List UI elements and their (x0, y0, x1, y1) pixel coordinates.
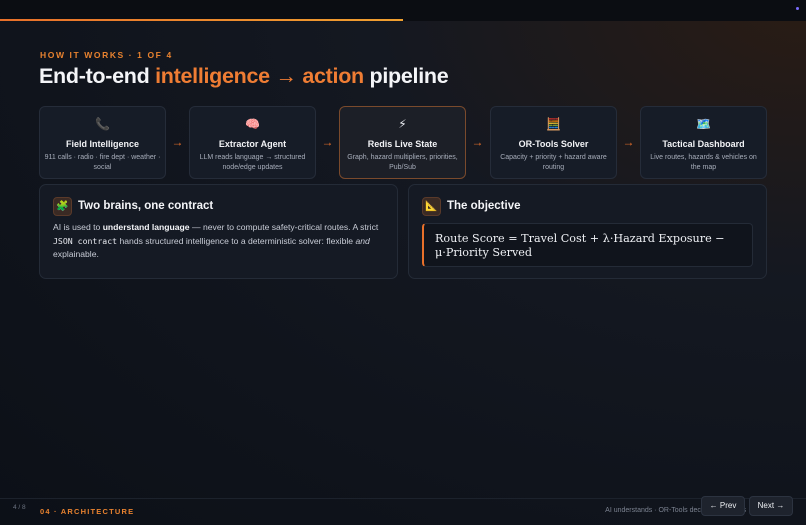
card-title: Two brains, one contract (78, 200, 214, 212)
body-emphasis: and (355, 235, 370, 246)
stage-name: Field Intelligence (65, 139, 139, 149)
arrow-icon: → (471, 135, 484, 149)
title-highlight-intelligence: intelligence (155, 64, 270, 88)
title-arrow: → (269, 64, 303, 88)
footer-divider (0, 498, 806, 499)
abacus-icon: 🧮 (546, 117, 561, 131)
status-dot (796, 7, 799, 10)
objective-formula: Route Score = Travel Cost + λ·Hazard Exp… (422, 223, 753, 267)
top-bar (0, 0, 806, 21)
progress-bar (0, 19, 403, 21)
stage-desc: Live routes, hazards & vehicles on the m… (650, 154, 757, 171)
body-text: AI is used to (53, 222, 103, 232)
body-code: JSON contract (53, 235, 118, 246)
stage-redis-live-state: ⚡ Redis Live State Graph, hazard multipl… (339, 106, 466, 179)
stage-name: Tactical Dashboard (662, 139, 745, 149)
title-text-end: pipeline (363, 64, 449, 88)
section-kicker: HOW IT WORKS · 1 OF 4 (40, 50, 173, 60)
stage-or-tools-solver: 🧮 OR-Tools Solver Capacity + priority + … (490, 106, 617, 179)
body-text: — never to compute safety-critical route… (189, 222, 379, 232)
stage-desc: Graph, hazard multipliers, priorities, P… (347, 154, 458, 171)
arrow-icon: → (321, 135, 334, 149)
arrow-icon: → (171, 135, 184, 149)
stage-extractor-agent: 🧠 Extractor Agent LLM reads language → s… (189, 106, 316, 179)
body-bold: understand language (102, 222, 190, 232)
section-label: 04 · ARCHITECTURE (40, 507, 135, 516)
card-title: The objective (447, 200, 521, 212)
next-button[interactable]: Next → (749, 496, 793, 516)
prev-button[interactable]: ← Prev (701, 496, 745, 516)
page-title: End-to-end intelligence → action pipelin… (39, 64, 449, 89)
lightning-icon: ⚡ (398, 117, 407, 131)
stage-desc: 911 calls · radio · fire dept · weather … (44, 154, 161, 171)
puzzle-icon: 🧩 (53, 197, 72, 216)
triangle-ruler-icon: 📐 (422, 197, 441, 216)
stage-desc: Capacity + priority + hazard aware routi… (500, 154, 607, 171)
stage-field-intelligence: 📞 Field Intelligence 911 calls · radio ·… (39, 106, 166, 179)
phone-icon: 📞 (95, 117, 110, 131)
title-text: End-to-end (39, 64, 156, 88)
title-highlight-action: action (302, 64, 364, 88)
stage-name: Redis Live State (367, 139, 438, 149)
stage-name: OR-Tools Solver (518, 139, 589, 149)
card-objective: 📐 The objective Route Score = Travel Cos… (408, 184, 767, 279)
stage-desc: LLM reads language → structured node/edg… (199, 154, 306, 171)
stage-tactical-dashboard: 🗺️ Tactical Dashboard Live routes, hazar… (640, 106, 767, 179)
pipeline-diagram: 📞 Field Intelligence 911 calls · radio ·… (39, 106, 767, 179)
page-number: 4 / 8 (13, 504, 26, 511)
body-text: explainable. (53, 249, 99, 259)
body-text: hands structured intelligence to a deter… (117, 235, 356, 246)
map-icon: 🗺️ (696, 117, 711, 131)
arrow-icon: → (622, 135, 635, 149)
brain-icon: 🧠 (245, 117, 260, 131)
card-body: AI is used to understand language — neve… (53, 221, 383, 262)
stage-name: Extractor Agent (218, 139, 287, 149)
card-two-brains: 🧩 Two brains, one contract AI is used to… (39, 184, 398, 279)
